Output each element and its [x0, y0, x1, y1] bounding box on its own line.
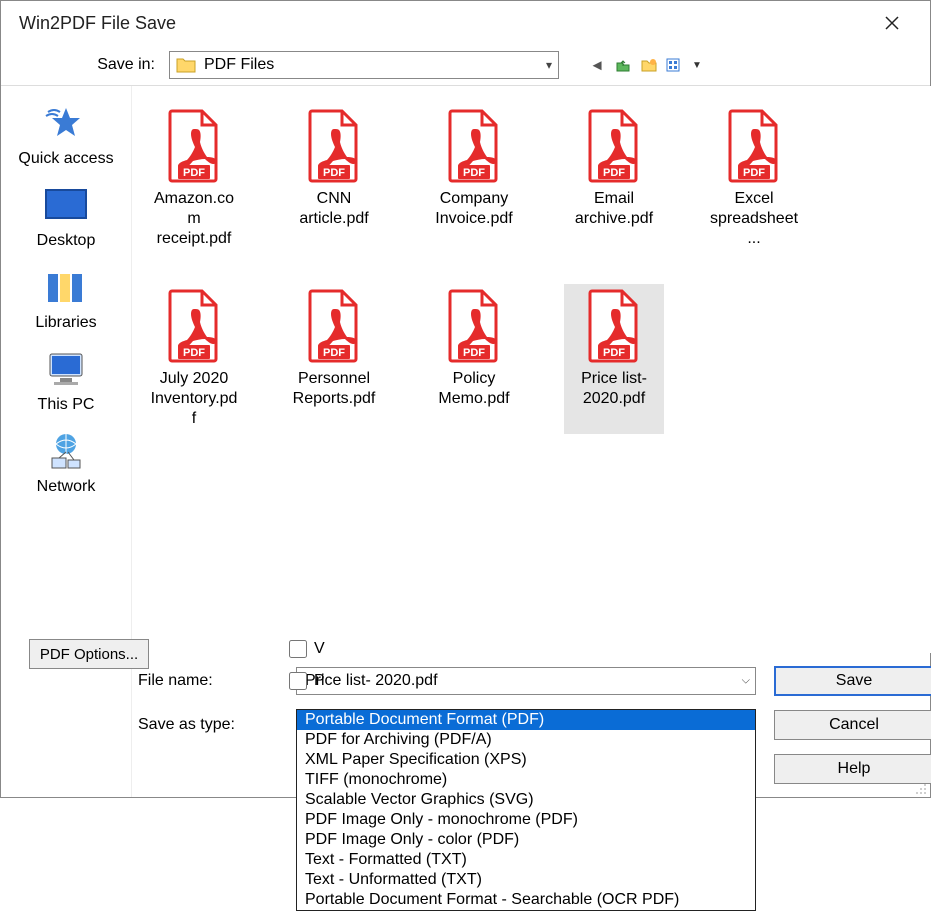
location-toolbar: Save in: PDF Files ▾ ◄ ▼ — [1, 45, 930, 85]
network-icon — [42, 432, 90, 472]
view-checkbox[interactable] — [289, 640, 307, 658]
chevron-down-icon: ▾ — [546, 58, 552, 72]
quick-access-icon — [42, 104, 90, 144]
svg-text:PDF: PDF — [463, 347, 485, 359]
file-name-label: File name: — [138, 672, 278, 690]
sidebar-item-label: This PC — [38, 396, 95, 414]
title-bar: Win2PDF File Save — [1, 1, 930, 45]
type-option[interactable]: TIFF (monochrome) — [297, 770, 755, 790]
sidebar-item-quick-access[interactable]: Quick access — [1, 104, 131, 168]
file-item[interactable]: PDF Amazon.com receipt.pdf — [144, 104, 244, 254]
type-option[interactable]: PDF for Archiving (PDF/A) — [297, 730, 755, 750]
nav-icons: ◄ ▼ — [587, 55, 707, 75]
svg-text:PDF: PDF — [603, 167, 625, 179]
sidebar-item-desktop[interactable]: Desktop — [1, 186, 131, 250]
file-name-label: Excel spreadsheet... — [709, 189, 799, 249]
type-option[interactable]: PDF Image Only - monochrome (PDF) — [297, 810, 755, 830]
svg-text:PDF: PDF — [603, 347, 625, 359]
view-menu-chevron-icon[interactable]: ▼ — [687, 55, 707, 75]
window-title: Win2PDF File Save — [19, 13, 176, 34]
file-item[interactable]: PDF July 2020 Inventory.pdf — [144, 284, 244, 434]
file-name-field-wrap: ⌵ — [296, 667, 756, 695]
type-option[interactable]: XML Paper Specification (XPS) — [297, 750, 755, 770]
file-name-label: Company Invoice.pdf — [429, 189, 519, 229]
this-pc-icon — [42, 350, 90, 390]
sidebar-item-libraries[interactable]: Libraries — [1, 268, 131, 332]
desktop-icon — [42, 186, 90, 226]
save-button[interactable]: Save — [774, 666, 931, 696]
sidebar-item-label: Libraries — [35, 314, 96, 332]
file-item[interactable]: PDF Excel spreadsheet... — [704, 104, 804, 254]
location-combo[interactable]: PDF Files ▾ — [169, 51, 559, 79]
svg-text:PDF: PDF — [743, 167, 765, 179]
sidebar-item-label: Network — [37, 478, 96, 496]
svg-text:PDF: PDF — [183, 167, 205, 179]
svg-text:PDF: PDF — [183, 347, 205, 359]
type-option[interactable]: Portable Document Format - Searchable (O… — [297, 890, 755, 910]
file-item[interactable]: PDF Email archive.pdf — [564, 104, 664, 254]
type-option[interactable]: Portable Document Format (PDF) — [297, 710, 755, 730]
type-option[interactable]: PDF Image Only - color (PDF) — [297, 830, 755, 850]
folder-icon — [176, 56, 196, 74]
file-name-label: Policy Memo.pdf — [429, 369, 519, 409]
libraries-icon — [42, 268, 90, 308]
new-folder-icon[interactable] — [639, 55, 659, 75]
save-in-label: Save in: — [61, 56, 161, 74]
file-name-label: Email archive.pdf — [569, 189, 659, 229]
file-name-input[interactable] — [296, 667, 756, 695]
save-as-type-label: Save as type: — [138, 716, 278, 734]
file-name-label: July 2020 Inventory.pdf — [149, 369, 239, 429]
file-item[interactable]: PDF Personnel Reports.pdf — [284, 284, 384, 434]
view-checkbox-row: V — [285, 637, 325, 661]
svg-text:PDF: PDF — [463, 167, 485, 179]
file-list[interactable]: PDF Amazon.com receipt.pdf PDF CNN artic… — [132, 86, 931, 653]
body-area: Quick access Desktop Libraries This PC — [1, 85, 930, 797]
help-button[interactable]: Help — [774, 754, 931, 784]
file-name-label: Personnel Reports.pdf — [289, 369, 379, 409]
print-checkbox-label: P — [314, 672, 325, 690]
file-item[interactable]: PDF Price list- 2020.pdf — [564, 284, 664, 434]
file-name-label: Amazon.com receipt.pdf — [149, 189, 239, 249]
sidebar-item-this-pc[interactable]: This PC — [1, 350, 131, 414]
type-option[interactable]: Text - Unformatted (TXT) — [297, 870, 755, 890]
up-icon[interactable] — [613, 55, 633, 75]
resize-grip-icon[interactable] — [914, 781, 928, 795]
svg-text:PDF: PDF — [323, 167, 345, 179]
back-icon[interactable]: ◄ — [587, 55, 607, 75]
file-item[interactable]: PDF CNN article.pdf — [284, 104, 384, 254]
print-checkbox-row: P — [285, 669, 325, 693]
sidebar-item-network[interactable]: Network — [1, 432, 131, 496]
location-text: PDF Files — [204, 56, 274, 74]
cancel-button[interactable]: Cancel — [774, 710, 931, 740]
svg-text:PDF: PDF — [323, 347, 345, 359]
print-checkbox[interactable] — [289, 672, 307, 690]
close-icon — [885, 16, 899, 30]
sidebar-item-label: Quick access — [18, 150, 113, 168]
file-name-label: Price list- 2020.pdf — [569, 369, 659, 409]
file-item[interactable]: PDF Policy Memo.pdf — [424, 284, 524, 434]
main-area: PDF Amazon.com receipt.pdf PDF CNN artic… — [132, 86, 931, 797]
bottom-panel: File name: ⌵ Save Save as type: Portable… — [132, 653, 931, 797]
save-as-type-dropdown[interactable]: Portable Document Format (PDF)PDF for Ar… — [296, 709, 756, 911]
file-save-dialog: Win2PDF File Save Save in: PDF Files ▾ ◄ — [0, 0, 931, 798]
pdf-options-button[interactable]: PDF Options... — [29, 639, 149, 669]
type-option[interactable]: Scalable Vector Graphics (SVG) — [297, 790, 755, 810]
file-item[interactable]: PDF Company Invoice.pdf — [424, 104, 524, 254]
view-checkbox-label: V — [314, 640, 325, 658]
view-menu-icon[interactable] — [665, 55, 685, 75]
sidebar-item-label: Desktop — [37, 232, 96, 250]
type-option[interactable]: Text - Formatted (TXT) — [297, 850, 755, 870]
file-name-label: CNN article.pdf — [289, 189, 379, 229]
pdf-options-area: PDF Options... — [29, 639, 149, 669]
close-button[interactable] — [872, 3, 912, 43]
places-sidebar: Quick access Desktop Libraries This PC — [1, 86, 132, 797]
